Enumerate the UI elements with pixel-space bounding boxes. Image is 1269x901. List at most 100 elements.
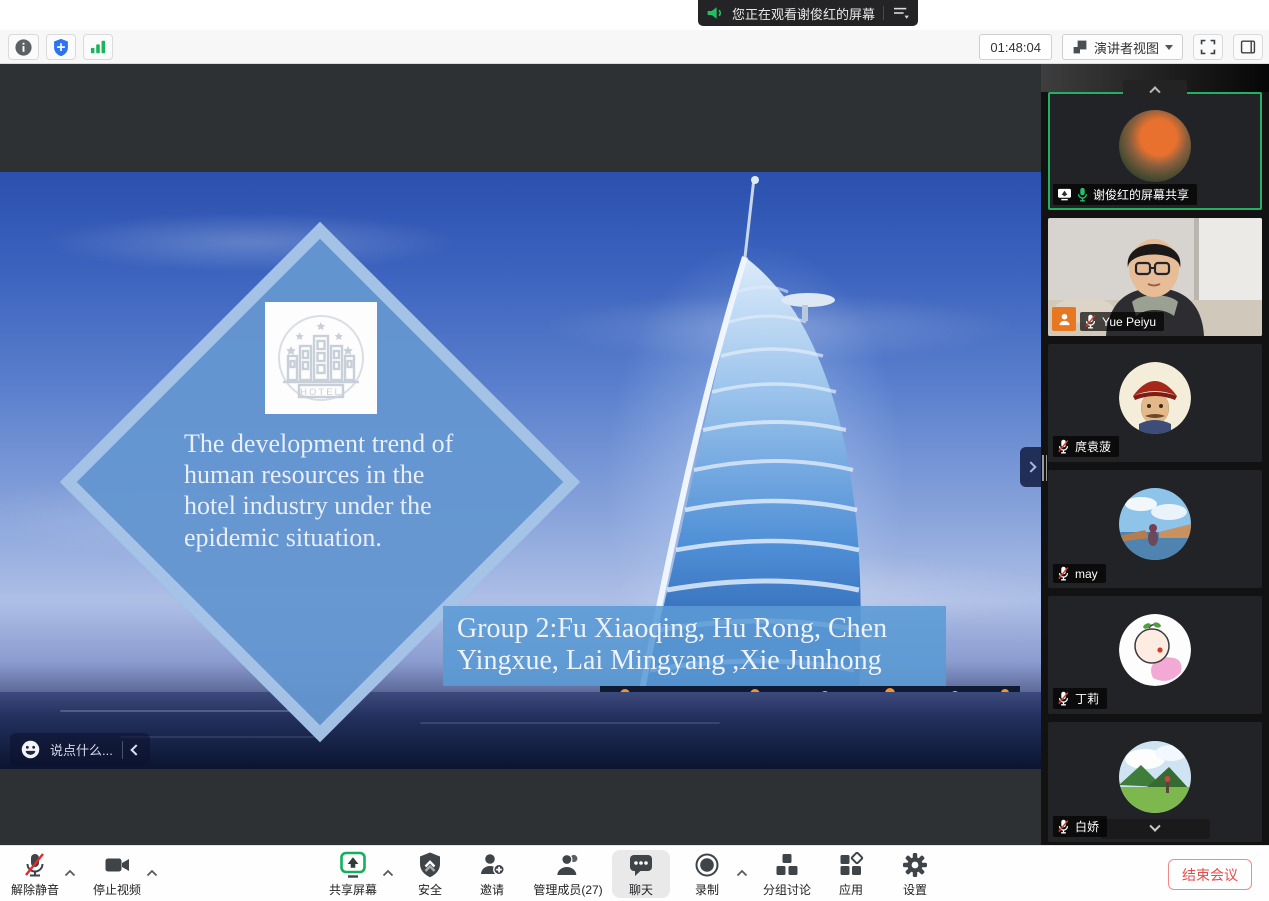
participant-tile[interactable]: 庹袁菠 [1048,344,1262,462]
participant-name: Yue Peiyu [1102,315,1156,329]
settings-label: 设置 [903,881,927,898]
chevron-down-icon [1149,821,1160,832]
info-icon [14,38,33,57]
participant-tile[interactable]: 丁莉 [1048,596,1262,714]
mic-muted-icon [1057,439,1070,454]
end-meeting-button[interactable]: 结束会议 [1168,859,1252,890]
participant-name: 庹袁菠 [1075,438,1111,455]
bottom-toolbar: 解除静音 停止视频 共享屏幕 安全 邀请 管理成员(27) 聊天 [0,845,1269,901]
meeting-timer: 01:48:04 [979,34,1052,60]
security-label: 安全 [418,881,442,898]
mic-muted-icon [1057,566,1070,581]
stop-video-button[interactable]: 停止视频 [93,851,141,898]
participant-tile[interactable]: Yue Peiyu [1048,218,1262,336]
speaker-icon [706,5,724,21]
participants-panel: 谢俊红的屏幕共享 [1041,64,1269,845]
watching-notification: 您正在观看谢俊红的屏幕 [698,0,918,26]
side-panel-toggle-button[interactable] [1233,34,1263,60]
video-options-caret[interactable] [146,864,158,882]
settings-button[interactable]: 设置 [901,851,929,898]
scroll-up-button[interactable] [1123,80,1187,97]
gear-icon [901,851,929,879]
chevron-up-icon [1149,86,1160,97]
participant-tile[interactable]: 谢俊红的屏幕共享 [1048,92,1262,210]
breakout-rooms-button[interactable]: 分组讨论 [763,851,811,898]
participant-label: may [1053,564,1106,583]
record-label: 录制 [695,881,719,898]
avatar [1119,614,1191,686]
person-plus-icon [478,851,506,879]
hotel-logo-text: HOTEL [300,387,342,398]
expand-panel-tab[interactable] [1020,447,1041,487]
sea-decoration [0,692,1041,769]
panel-resize-handle[interactable] [1041,450,1048,486]
mic-on-icon [1077,187,1088,202]
view-mode-button[interactable]: 演讲者视图 [1062,34,1183,60]
hotel-logo: HOTEL [265,302,377,414]
participant-name: may [1075,567,1098,581]
apps-icon [837,851,865,879]
participant-label: 庹袁菠 [1053,436,1119,457]
avatar [1119,741,1191,813]
record-options-caret[interactable] [736,864,748,882]
participant-label: 谢俊红的屏幕共享 [1053,184,1197,205]
apps-label: 应用 [839,881,863,898]
collapse-chat-icon[interactable] [130,744,141,755]
participant-label: 白娇 [1053,816,1107,837]
quick-chat-bar[interactable]: 说点什么... [10,733,150,766]
signal-bars-icon [89,39,107,55]
avatar [1119,110,1191,182]
person-icon [1057,312,1072,327]
breakout-rooms-label: 分组讨论 [763,881,811,898]
chat-button[interactable]: 聊天 [627,851,655,898]
participant-label: Yue Peiyu [1080,312,1164,331]
record-button[interactable]: 录制 [693,851,721,898]
share-screen-button[interactable]: 共享屏幕 [329,851,377,898]
camera-icon [103,851,131,879]
layout-icon [1072,39,1088,55]
manage-members-label: 管理成员(27) [533,881,602,898]
participant-name: 丁莉 [1075,690,1099,707]
shield-icon [416,851,444,879]
security-status-button[interactable] [46,34,76,60]
record-icon [693,851,721,879]
members-icon [554,851,582,879]
mic-muted-icon [1057,819,1070,834]
participant-tile[interactable]: may [1048,470,1262,588]
slide-group-credits: Group 2:Fu Xiaoqing, Hu Rong, Chen Yingx… [443,606,946,686]
unmute-button[interactable]: 解除静音 [11,851,59,898]
security-button[interactable]: 安全 [416,851,444,898]
divider [122,741,123,759]
participant-label: 丁莉 [1053,688,1107,709]
quick-chat-placeholder[interactable]: 说点什么... [50,740,113,759]
manage-members-button[interactable]: 管理成员(27) [533,851,602,898]
invite-button[interactable]: 邀请 [478,851,506,898]
meeting-window: 01:48:04 演讲者视图 [0,0,1269,901]
view-mode-label: 演讲者视图 [1094,38,1159,57]
hand-raised-badge [1052,307,1076,331]
apps-button[interactable]: 应用 [837,851,865,898]
chat-bubble-icon [627,851,655,879]
top-bar: 01:48:04 演讲者视图 [0,30,1269,64]
notification-menu-icon[interactable] [892,6,910,20]
share-options-caret[interactable] [382,864,394,882]
meeting-info-button[interactable] [8,34,39,60]
shared-screen-stage: HOTEL The development trend of human res… [0,64,1041,845]
emoji-icon[interactable] [20,739,41,760]
fullscreen-button[interactable] [1193,34,1223,60]
avatar [1119,488,1191,560]
network-quality-button[interactable] [83,34,113,60]
watching-notification-text: 您正在观看谢俊红的屏幕 [732,4,875,23]
cloud-decoration [40,212,460,272]
scroll-down-button[interactable] [1100,819,1210,839]
chevron-down-icon [1165,45,1173,50]
participant-tile[interactable]: 白娇 [1048,722,1262,842]
invite-label: 邀请 [480,881,504,898]
mic-muted-icon [1057,691,1070,706]
participant-name: 谢俊红的屏幕共享 [1093,186,1189,203]
breakout-icon [773,851,801,879]
chat-label: 聊天 [629,881,653,898]
stop-video-label: 停止视频 [93,881,141,898]
mic-muted-icon [1084,314,1097,329]
mute-options-caret[interactable] [64,864,76,882]
